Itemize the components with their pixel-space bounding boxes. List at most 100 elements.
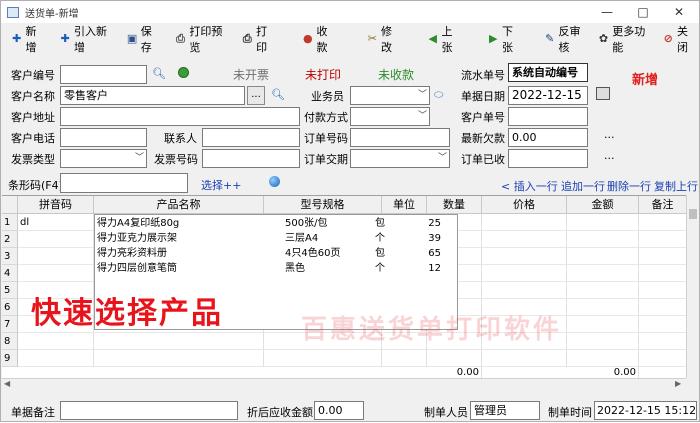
invoice-type-select[interactable] — [60, 149, 147, 168]
window-close-button[interactable]: ✕ — [663, 1, 695, 23]
order-no-input[interactable] — [350, 128, 450, 147]
grid-cell[interactable] — [639, 350, 687, 367]
row-number[interactable]: 6 — [2, 299, 18, 316]
append-row-link[interactable]: 追加一行 — [561, 178, 605, 194]
grid-cell[interactable] — [567, 316, 639, 333]
grid-cell[interactable] — [18, 333, 94, 350]
grid-cell[interactable] — [264, 350, 382, 367]
customer-order-input[interactable] — [508, 107, 588, 126]
salesperson-link-icon[interactable]: ⬭ — [434, 88, 443, 102]
grid-cell[interactable] — [567, 333, 639, 350]
grid-cell[interactable] — [639, 214, 687, 231]
barcode-input[interactable] — [60, 173, 188, 193]
toolbar-collect-payment-button[interactable]: ● 收款 — [298, 25, 338, 54]
vertical-scrollbar[interactable] — [686, 195, 699, 378]
payment-method-select[interactable] — [350, 107, 430, 126]
grid-cell[interactable] — [567, 282, 639, 299]
grid-cell[interactable] — [639, 248, 687, 265]
grid-cell[interactable] — [482, 265, 567, 282]
salesperson-select[interactable] — [350, 86, 430, 105]
add-customer-icon[interactable] — [178, 67, 189, 78]
row-number[interactable]: 9 — [2, 350, 18, 367]
customer-phone-input[interactable] — [60, 128, 147, 147]
document-date-field[interactable]: 2022-12-15 — [508, 86, 588, 105]
grid-cell[interactable] — [639, 299, 687, 316]
grid-cell[interactable] — [18, 248, 94, 265]
invoice-no-input[interactable] — [202, 149, 300, 168]
toolbar-import-plus-button[interactable]: ✚ 引入新增 — [55, 25, 114, 54]
maximize-button[interactable]: □ — [627, 1, 659, 23]
grid-cell[interactable] — [18, 350, 94, 367]
row-number[interactable]: 4 — [2, 265, 18, 282]
grid-cell[interactable] — [639, 265, 687, 282]
toolbar-plus-button[interactable]: ✚ 新增 — [7, 25, 47, 54]
product-option[interactable]: 得力亚克力展示架 三层A4 个 39 — [95, 231, 457, 246]
toolbar-edit-button[interactable]: ✂ 修改 — [363, 25, 403, 54]
column-header[interactable]: 价格 — [482, 196, 567, 214]
column-header[interactable]: 单位 — [382, 196, 427, 214]
row-number[interactable]: 1 — [2, 214, 18, 231]
row-number[interactable]: 3 — [2, 248, 18, 265]
grid-cell[interactable] — [639, 316, 687, 333]
product-option[interactable]: 得力亮彩资料册 4只4色60页 包 65 — [95, 246, 457, 261]
column-header[interactable]: 数量 — [427, 196, 482, 214]
globe-icon[interactable] — [269, 176, 280, 187]
grid-cell[interactable] — [639, 231, 687, 248]
customer-code-input[interactable] — [60, 65, 147, 84]
row-number[interactable]: 8 — [2, 333, 18, 350]
toolbar-next-button[interactable]: ▶ 下张 — [484, 25, 524, 54]
remark-input[interactable] — [60, 401, 238, 420]
grid-cell[interactable] — [567, 265, 639, 282]
delivery-date-select[interactable] — [350, 149, 450, 168]
contact-input[interactable] — [202, 128, 300, 147]
search-icon[interactable]: 🔍︎ — [152, 67, 166, 80]
grid-cell[interactable] — [482, 214, 567, 231]
grid-cell[interactable] — [94, 350, 264, 367]
customer-name-input[interactable]: 零售客户 — [60, 86, 245, 105]
customer-search-icon[interactable]: 🔍︎ — [271, 88, 285, 101]
column-header[interactable]: 产品名称 — [94, 196, 264, 214]
grid-cell[interactable] — [639, 282, 687, 299]
grid-cell[interactable] — [639, 333, 687, 350]
horizontal-scrollbar[interactable]: ◀ ▶ — [2, 378, 686, 391]
scroll-right-icon[interactable]: ▶ — [675, 379, 681, 388]
product-option[interactable]: 得力A4复印纸80g 500张/包 包 25 — [95, 216, 457, 231]
toolbar-save-button[interactable]: ▣ 保存 — [122, 25, 162, 54]
column-header[interactable]: 型号规格 — [264, 196, 382, 214]
grid-cell[interactable] — [482, 282, 567, 299]
row-number[interactable]: 5 — [2, 282, 18, 299]
grid-cell[interactable] — [382, 350, 427, 367]
grid-cell[interactable] — [482, 231, 567, 248]
column-header[interactable]: 备注 — [639, 196, 687, 214]
column-header[interactable]: 拼音码 — [18, 196, 94, 214]
toolbar-more-functions-button[interactable]: ✿ 更多功能 — [594, 25, 653, 54]
toolbar-previous-button[interactable]: ◀ 上张 — [423, 25, 463, 54]
calendar-icon[interactable] — [596, 87, 610, 100]
column-header[interactable]: 金额 — [567, 196, 639, 214]
customer-address-input[interactable] — [60, 107, 300, 126]
grid-cell[interactable] — [18, 231, 94, 248]
grid-cell[interactable] — [18, 265, 94, 282]
grid-cell[interactable] — [94, 333, 264, 350]
row-number[interactable]: 7 — [2, 316, 18, 333]
grid-cell[interactable] — [482, 350, 567, 367]
grid-cell[interactable] — [567, 231, 639, 248]
copy-up-link[interactable]: 复制上行 — [654, 178, 698, 194]
toolbar-unaudit-button[interactable]: ✎ 反审核 — [540, 25, 590, 54]
toolbar-close-button[interactable]: ⊘ 关闭 — [658, 25, 698, 54]
scroll-left-icon[interactable]: ◀ — [4, 379, 10, 388]
row-number[interactable]: 2 — [2, 231, 18, 248]
received-more-button[interactable]: ... — [604, 149, 615, 162]
grid-cell[interactable] — [567, 248, 639, 265]
insert-row-link[interactable]: < 插入一行 — [501, 178, 558, 194]
toolbar-print-preview-button[interactable]: ⎙ 打印预览 — [171, 25, 230, 54]
minimize-button[interactable]: — — [591, 1, 623, 23]
delete-row-link[interactable]: 删除一行 — [607, 178, 651, 194]
grid-cell[interactable] — [567, 299, 639, 316]
debt-more-button[interactable]: ... — [604, 128, 615, 141]
grid-cell[interactable] — [482, 248, 567, 265]
customer-browse-button[interactable]: ... — [247, 86, 265, 105]
scroll-thumb[interactable] — [689, 209, 697, 219]
select-more-link[interactable]: 选择++ — [201, 177, 241, 193]
toolbar-print-button[interactable]: ⎙ 打印 — [238, 25, 278, 54]
